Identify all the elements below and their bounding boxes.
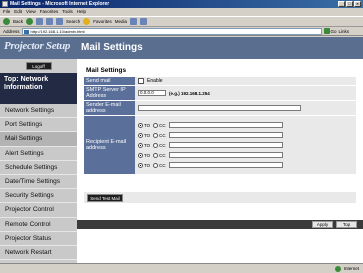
address-bar: Address http://192.168.1.10/admin.html G…	[0, 27, 363, 36]
stop-icon[interactable]	[36, 18, 44, 25]
recipient-line: TO CC	[138, 131, 283, 140]
recipient-line: TO CC	[138, 121, 283, 130]
sidebar-item-mail-settings[interactable]: Mail Settings	[0, 132, 77, 147]
recipient-list: TO CC TO CC TO CC TO CC TO CC	[138, 119, 283, 172]
back-icon[interactable]	[3, 18, 10, 25]
favorites-label[interactable]: Favorites	[93, 19, 112, 24]
sidebar-item-network-restart[interactable]: Network Restart	[0, 245, 77, 261]
recipient-line: TO CC	[138, 141, 283, 150]
menu-tools[interactable]: Tools	[62, 8, 73, 16]
sidebar-item-network-settings[interactable]: Network Settings	[0, 104, 77, 119]
sidebar-item-security-settings[interactable]: Security Settings	[0, 189, 77, 204]
menu-help[interactable]: Help	[77, 8, 86, 16]
search-label[interactable]: Search	[66, 19, 80, 24]
enable-checkbox[interactable]	[138, 78, 144, 84]
media-label[interactable]: Media	[115, 19, 127, 24]
window-titlebar: Mail Settings - Microsoft Internet Explo…	[0, 0, 363, 8]
to-radio[interactable]: TO	[138, 142, 150, 148]
to-radio[interactable]: TO	[138, 152, 150, 158]
home-icon[interactable]	[56, 18, 64, 25]
enable-label: Enable	[147, 78, 163, 84]
cc-radio[interactable]: CC	[153, 122, 166, 128]
cc-radio[interactable]: CC	[153, 132, 166, 138]
favorites-icon[interactable]	[83, 18, 91, 25]
recipient-line: TO CC	[138, 151, 283, 160]
recipient-email-input-2[interactable]	[168, 132, 283, 138]
close-button[interactable]: ×	[354, 1, 361, 7]
refresh-icon[interactable]	[46, 18, 54, 25]
sidebar-item-remote-control[interactable]: Remote Control	[0, 217, 77, 232]
cc-radio[interactable]: CC	[153, 162, 166, 168]
to-radio[interactable]: TO	[138, 162, 150, 168]
window-controls: _ □ ×	[338, 1, 361, 7]
logoff-button[interactable]: Logoff	[25, 62, 52, 70]
to-radio[interactable]: TO	[138, 132, 150, 138]
cc-radio[interactable]: CC	[153, 152, 166, 158]
sender-row: Sender E-mail address	[84, 101, 356, 116]
page-viewport: Projector Setup Logoff Top: Network Info…	[0, 37, 363, 263]
internet-zone-icon	[334, 265, 341, 272]
menu-edit[interactable]: Edit	[14, 8, 22, 16]
logo-band: Projector Setup	[0, 37, 77, 59]
sender-email-input[interactable]	[138, 105, 301, 111]
sidebar-item-port-settings[interactable]: Port Settings	[0, 118, 77, 133]
menu-bar: File Edit View Favorites Tools Help	[0, 8, 363, 16]
sidebar-item-projector-status[interactable]: Projector Status	[0, 231, 77, 246]
menu-view[interactable]: View	[26, 8, 36, 16]
go-button[interactable]: Go	[323, 28, 337, 34]
send-test-row: Send Test Mail	[84, 192, 356, 203]
sidebar-item-alert-settings[interactable]: Alert Settings	[0, 146, 77, 161]
recipient-email-input-5[interactable]	[168, 162, 283, 168]
recipient-email-input-4[interactable]	[168, 152, 283, 158]
send-mail-label: Send mail	[84, 77, 135, 85]
print-icon[interactable]	[140, 18, 148, 25]
back-label[interactable]: Back	[13, 19, 23, 24]
recipient-email-input-3[interactable]	[168, 142, 283, 148]
sidebar-item-projector-control[interactable]: Projector Control	[0, 203, 77, 218]
links-label[interactable]: Links	[339, 29, 350, 34]
top-button[interactable]: Top	[336, 221, 357, 228]
menu-favorites[interactable]: Favorites	[40, 8, 59, 16]
logoff-row: Logoff	[0, 59, 77, 73]
window-title: Mail Settings - Microsoft Internet Explo…	[10, 1, 110, 7]
sidebar-item-date-time-settings[interactable]: Date/Time Settings	[0, 174, 77, 190]
recipient-email-input-1[interactable]	[168, 122, 283, 128]
action-bar: Apply Top	[77, 220, 363, 229]
sidebar: Projector Setup Logoff Top: Network Info…	[0, 37, 77, 263]
send-mail-row: Send mail Enable	[84, 77, 356, 86]
smtp-label: SMTP Server IP Address	[84, 86, 135, 100]
minimize-button[interactable]: _	[338, 1, 345, 7]
recipient-label: Recipient E-mail address	[84, 116, 135, 174]
address-input[interactable]: http://192.168.1.10/admin.html	[21, 27, 322, 35]
forward-icon[interactable]	[26, 18, 34, 25]
send-test-mail-button[interactable]: Send Test Mail	[87, 193, 123, 202]
sidebar-item-schedule-settings[interactable]: Schedule Settings	[0, 160, 77, 175]
smtp-server-input[interactable]: 0.0.0.0	[138, 90, 166, 96]
section-title: Mail Settings	[86, 67, 127, 74]
smtp-hint: (e.g.) 192.168.1.254	[169, 90, 210, 96]
recipient-line: TO CC	[138, 161, 283, 170]
projector-setup-logo: Projector Setup	[4, 40, 71, 52]
menu-file[interactable]: File	[3, 8, 10, 16]
zone-label: Internet	[343, 266, 359, 271]
smtp-row: SMTP Server IP Address 0.0.0.0 (e.g.) 19…	[84, 86, 356, 101]
main-content: Mail Settings Mail Settings Send mail En…	[77, 37, 363, 263]
apply-button[interactable]: Apply	[312, 221, 333, 228]
maximize-button[interactable]: □	[346, 1, 353, 7]
cc-radio[interactable]: CC	[153, 142, 166, 148]
mail-icon[interactable]	[130, 18, 138, 25]
to-radio[interactable]: TO	[138, 122, 150, 128]
address-label: Address	[3, 28, 20, 34]
go-label: Go	[330, 28, 337, 34]
sender-label: Sender E-mail address	[84, 101, 135, 115]
sidebar-item-top[interactable]: Top: Network Information	[0, 73, 77, 104]
recipient-row: Recipient E-mail address TO CC TO CC TO …	[84, 116, 356, 175]
ie-icon	[2, 1, 8, 7]
browser-toolbar: Back Search Favorites Media	[0, 16, 363, 27]
mail-settings-form: Send mail Enable SMTP Server IP Address …	[84, 77, 356, 175]
page-title: Mail Settings	[77, 37, 363, 59]
status-bar: Internet	[0, 263, 363, 273]
go-arrow-icon	[323, 28, 330, 34]
